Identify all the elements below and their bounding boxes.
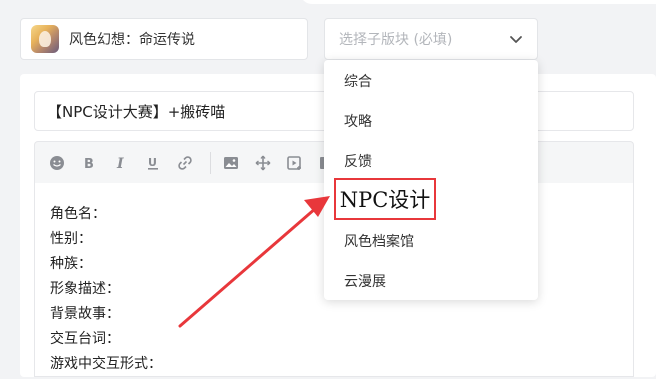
- link-icon[interactable]: [177, 155, 193, 171]
- forum-name: 风色幻想：命运传说: [69, 32, 195, 48]
- subforum-select[interactable]: 选择子版块 (必填): [324, 18, 538, 60]
- dropdown-item-zonghe[interactable]: 综合: [344, 71, 372, 91]
- dropdown-item-gonglue[interactable]: 攻略: [344, 111, 372, 131]
- dropdown-item-fankui[interactable]: 反馈: [344, 151, 372, 171]
- body-line: 种族：: [50, 256, 92, 272]
- subforum-placeholder: 选择子版块 (必填): [339, 32, 453, 48]
- body-line: 形象描述：: [50, 281, 120, 297]
- game-avatar: [31, 25, 59, 53]
- body-line: 背景故事：: [50, 306, 120, 322]
- body-line: 交互台词：: [50, 331, 120, 347]
- body-line: 游戏中交互形式：: [50, 356, 162, 372]
- post-body-lines: 角色名： 性别： 种族： 形象描述： 背景故事： 交互台词： 游戏中交互形式：: [50, 204, 162, 379]
- card-edge: [300, 0, 656, 4]
- forum-selector[interactable]: 风色幻想：命运传说: [20, 18, 308, 60]
- dropdown-item-cloud-expo[interactable]: 云漫展: [344, 271, 386, 291]
- svg-text:B: B: [84, 157, 94, 171]
- move-icon[interactable]: [255, 155, 271, 171]
- bold-icon[interactable]: B: [81, 155, 97, 171]
- italic-icon[interactable]: I: [113, 155, 129, 171]
- image-icon[interactable]: [223, 155, 239, 171]
- underline-icon[interactable]: U: [145, 155, 161, 171]
- body-line: 性别：: [50, 231, 92, 247]
- dropdown-item-archive[interactable]: 风色档案馆: [344, 231, 414, 251]
- svg-text:U: U: [148, 156, 157, 169]
- chevron-down-icon: [510, 36, 522, 43]
- svg-text:I: I: [116, 156, 124, 171]
- toolbar-divider: [210, 152, 211, 174]
- body-line: 角色名：: [50, 206, 106, 222]
- top-bar: [0, 0, 656, 6]
- emoji-icon[interactable]: [49, 155, 65, 171]
- video-icon[interactable]: [287, 155, 303, 171]
- dropdown-item-npc-design[interactable]: NPC设计: [334, 178, 436, 220]
